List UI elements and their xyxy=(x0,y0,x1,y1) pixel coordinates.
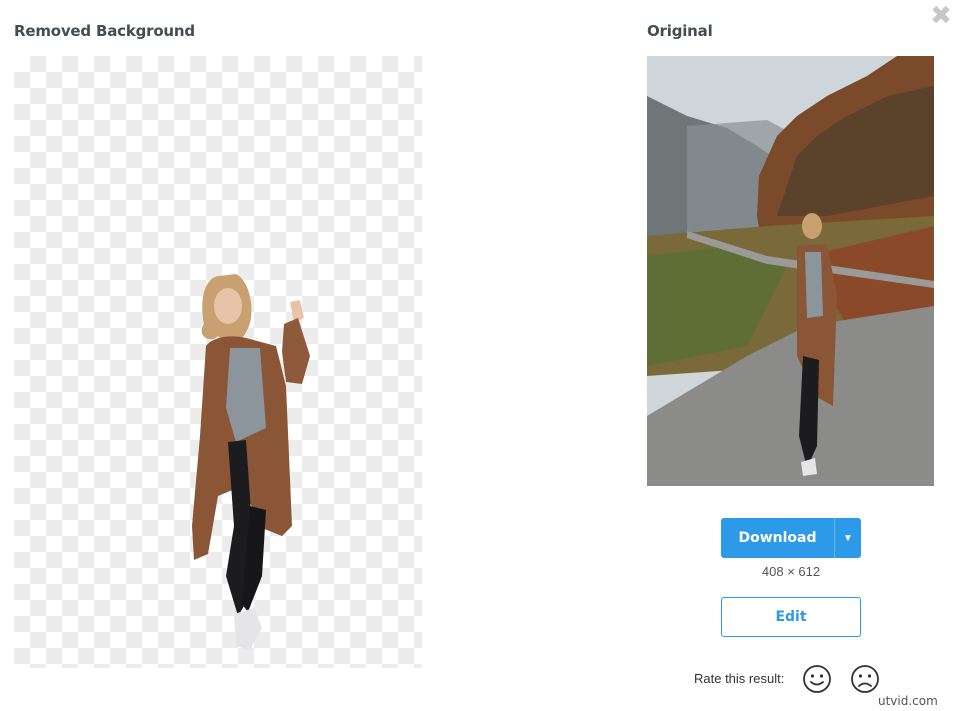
caret-down-icon[interactable]: ▼ xyxy=(834,518,861,558)
close-icon[interactable]: ✖ xyxy=(929,3,953,29)
watermark: utvid.com xyxy=(878,694,938,708)
removed-background-preview xyxy=(14,56,422,668)
cutout-person-image xyxy=(192,274,310,650)
original-photo xyxy=(647,56,934,486)
image-dimensions: 408 × 612 xyxy=(761,564,821,579)
rate-result-label: Rate this result: xyxy=(694,671,785,686)
original-title: Original xyxy=(647,22,713,40)
smile-icon[interactable] xyxy=(802,664,832,694)
download-button-group: Download ▼ xyxy=(721,518,861,558)
removed-background-title: Removed Background xyxy=(14,22,195,40)
original-landscape-image xyxy=(647,56,934,486)
edit-button[interactable]: Edit xyxy=(721,597,861,637)
frown-icon[interactable] xyxy=(850,664,880,694)
download-button[interactable]: Download xyxy=(721,518,834,558)
